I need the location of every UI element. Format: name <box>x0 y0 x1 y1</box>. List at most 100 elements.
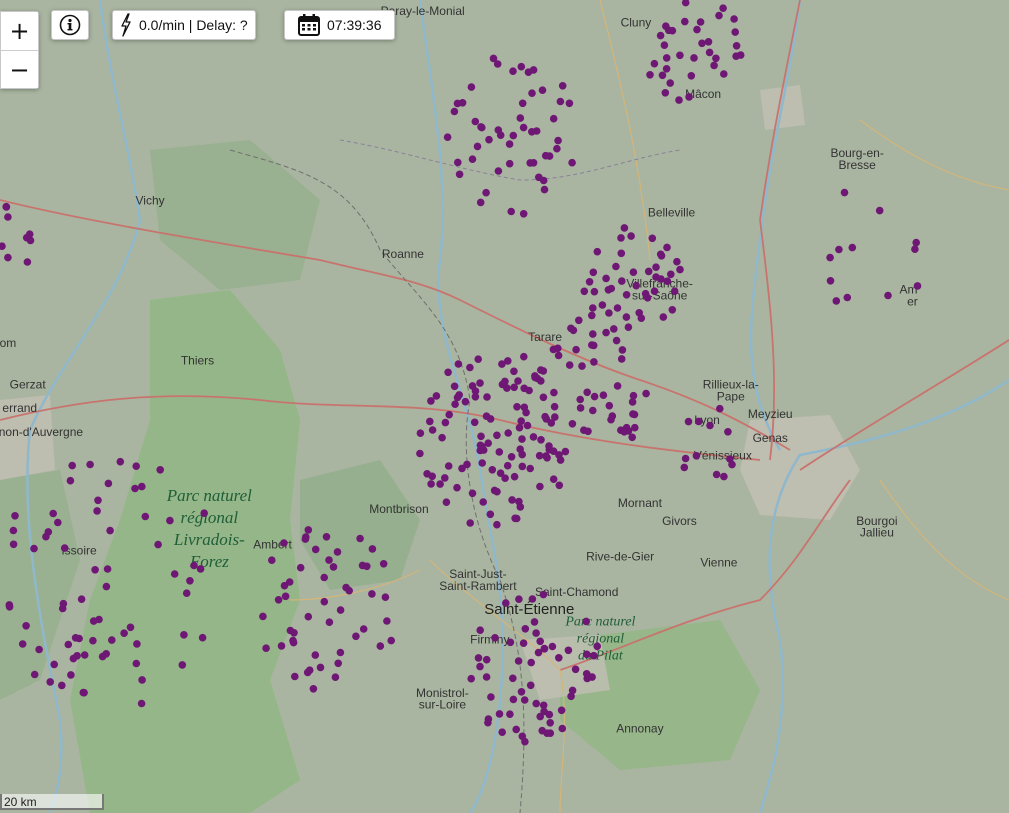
lightning-strike-marker[interactable] <box>568 686 577 695</box>
lightning-strike-marker[interactable] <box>618 277 626 285</box>
lightning-strike-marker[interactable] <box>471 117 480 126</box>
lightning-strike-marker[interactable] <box>336 648 345 657</box>
lightning-strike-marker[interactable] <box>624 323 633 332</box>
lightning-strike-marker[interactable] <box>712 54 720 63</box>
lightning-strike-marker[interactable] <box>476 662 484 671</box>
lightning-strike-marker[interactable] <box>517 688 526 696</box>
lightning-strike-marker[interactable] <box>652 263 660 272</box>
lightning-strike-marker[interactable] <box>455 170 464 179</box>
lightning-strike-marker[interactable] <box>532 629 540 637</box>
lightning-strike-marker[interactable] <box>663 243 671 252</box>
lightning-strike-marker[interactable] <box>550 402 559 411</box>
lightning-strike-marker[interactable] <box>325 618 334 626</box>
lightning-strike-marker[interactable] <box>535 451 544 460</box>
lightning-strike-marker[interactable] <box>720 70 728 78</box>
lightning-strike-marker[interactable] <box>508 496 516 504</box>
lightning-strike-marker[interactable] <box>89 617 98 625</box>
lightning-strike-marker[interactable] <box>320 597 329 606</box>
lightning-strike-marker[interactable] <box>281 592 290 601</box>
lightning-strike-marker[interactable] <box>659 313 668 321</box>
lightning-strike-marker[interactable] <box>622 313 631 321</box>
lightning-strike-marker[interactable] <box>478 123 486 132</box>
lightning-strike-marker[interactable] <box>4 213 12 221</box>
lightning-strike-marker[interactable] <box>311 651 320 659</box>
lightning-strike-marker[interactable] <box>642 389 650 398</box>
lightning-strike-marker[interactable] <box>450 107 459 116</box>
lightning-strike-marker[interactable] <box>549 345 558 354</box>
lightning-strike-marker[interactable] <box>441 474 449 482</box>
lightning-strike-marker[interactable] <box>687 72 696 80</box>
lightning-strike-marker[interactable] <box>565 361 574 369</box>
lightning-strike-marker[interactable] <box>531 372 539 380</box>
lightning-strike-marker[interactable] <box>602 328 610 337</box>
lightning-strike-marker[interactable] <box>648 234 657 243</box>
lightning-strike-marker[interactable] <box>650 287 659 296</box>
lightning-strike-marker[interactable] <box>106 526 114 535</box>
lightning-strike-marker[interactable] <box>549 475 558 484</box>
lightning-strike-marker[interactable] <box>520 403 529 412</box>
lightning-strike-marker[interactable] <box>826 277 835 285</box>
lightning-strike-marker[interactable] <box>569 326 578 335</box>
lightning-strike-marker[interactable] <box>848 243 857 252</box>
lightning-strike-marker[interactable] <box>22 622 30 630</box>
lightning-strike-marker[interactable] <box>9 526 18 535</box>
lightning-strike-marker[interactable] <box>368 590 376 598</box>
lightning-strike-marker[interactable] <box>482 655 491 664</box>
lightning-strike-marker[interactable] <box>685 93 693 101</box>
lightning-strike-marker[interactable] <box>428 426 437 434</box>
lightning-strike-marker[interactable] <box>732 42 741 50</box>
lightning-strike-marker[interactable] <box>528 595 537 603</box>
lightning-strike-marker[interactable] <box>67 671 75 679</box>
lightning-strike-marker[interactable] <box>730 15 738 23</box>
lightning-strike-marker[interactable] <box>22 233 31 242</box>
lightning-strike-marker[interactable] <box>582 617 590 626</box>
lightning-strike-marker[interactable] <box>530 618 539 626</box>
lightning-strike-marker[interactable] <box>696 18 705 26</box>
lightning-strike-marker[interactable] <box>474 355 483 364</box>
lightning-strike-marker[interactable] <box>493 520 501 529</box>
strike-rate-control[interactable]: 0.0/min | Delay: ? <box>112 10 256 40</box>
lightning-strike-marker[interactable] <box>77 595 86 603</box>
lightning-strike-marker[interactable] <box>483 393 491 401</box>
lightning-strike-marker[interactable] <box>60 544 69 552</box>
lightning-strike-marker[interactable] <box>658 71 667 80</box>
lightning-strike-marker[interactable] <box>543 729 551 737</box>
lightning-strike-marker[interactable] <box>662 54 671 62</box>
lightning-strike-marker[interactable] <box>517 62 526 71</box>
lightning-strike-marker[interactable] <box>602 274 610 283</box>
lightning-strike-marker[interactable] <box>426 417 434 426</box>
lightning-strike-marker[interactable] <box>660 41 669 49</box>
lightning-strike-marker[interactable] <box>301 535 310 543</box>
lightning-strike-marker[interactable] <box>710 61 718 70</box>
lightning-strike-marker[interactable] <box>668 26 677 35</box>
lightning-strike-marker[interactable] <box>478 442 486 451</box>
lightning-strike-marker[interactable] <box>450 382 459 391</box>
lightning-strike-marker[interactable] <box>137 699 146 708</box>
lightning-strike-marker[interactable] <box>503 461 512 470</box>
lightning-strike-marker[interactable] <box>482 673 491 681</box>
lightning-strike-marker[interactable] <box>285 578 294 586</box>
lightning-strike-marker[interactable] <box>331 673 340 681</box>
lightning-strike-marker[interactable] <box>416 449 424 458</box>
lightning-strike-marker[interactable] <box>875 206 884 215</box>
lightning-strike-marker[interactable] <box>198 633 207 642</box>
lightning-strike-marker[interactable] <box>617 249 626 258</box>
lightning-strike-marker[interactable] <box>632 281 640 290</box>
lightning-strike-marker[interactable] <box>476 379 484 387</box>
lightning-strike-marker[interactable] <box>102 582 111 591</box>
lightning-strike-marker[interactable] <box>458 99 467 107</box>
lightning-strike-marker[interactable] <box>514 377 522 385</box>
lightning-strike-marker[interactable] <box>593 642 601 651</box>
lightning-strike-marker[interactable] <box>75 634 83 643</box>
lightning-strike-marker[interactable] <box>529 66 538 74</box>
lightning-strike-marker[interactable] <box>132 462 140 471</box>
lightning-strike-marker[interactable] <box>646 71 654 79</box>
lightning-strike-marker[interactable] <box>322 533 331 541</box>
lightning-strike-marker[interactable] <box>493 431 501 440</box>
lightning-strike-marker[interactable] <box>578 362 586 370</box>
lightning-strike-marker[interactable] <box>154 540 162 549</box>
lightning-strike-marker[interactable] <box>493 60 502 68</box>
lightning-strike-marker[interactable] <box>641 289 650 298</box>
lightning-strike-marker[interactable] <box>650 59 659 68</box>
lightning-strike-marker[interactable] <box>116 457 125 466</box>
